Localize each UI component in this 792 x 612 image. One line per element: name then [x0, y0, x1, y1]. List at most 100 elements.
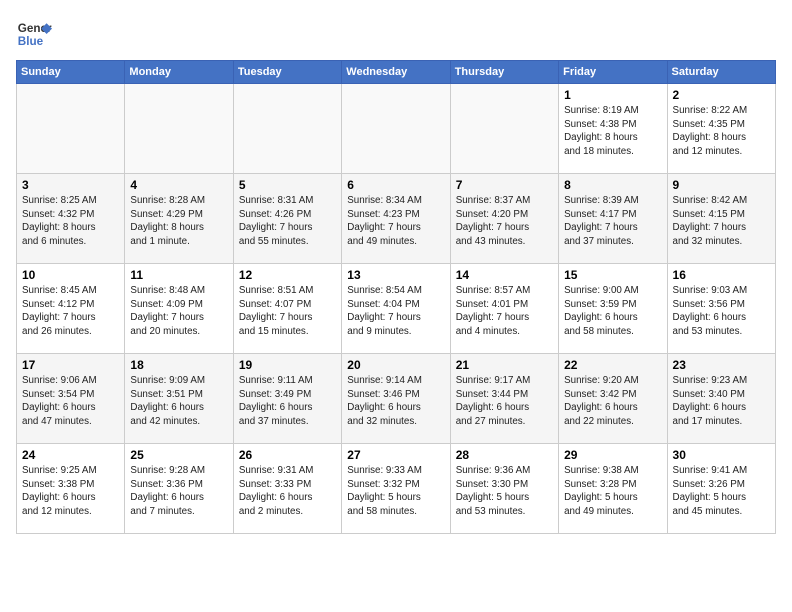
weekday-header: Friday — [559, 61, 667, 84]
day-number: 9 — [673, 178, 770, 192]
calendar-cell: 14 Sunrise: 8:57 AM Sunset: 4:01 PM Dayli… — [450, 264, 558, 354]
calendar-cell: 17 Sunrise: 9:06 AM Sunset: 3:54 PM Dayli… — [17, 354, 125, 444]
calendar-cell: 27Sunrise: 9:33 AM Sunset: 3:32 PM Dayli… — [342, 444, 450, 534]
day-info: Sunrise: 8:54 AM Sunset: 4:04 PM Dayligh… — [347, 284, 444, 339]
calendar-cell: 12 Sunrise: 8:51 AM Sunset: 4:07 PM Dayli… — [233, 264, 341, 354]
weekday-header: Sunday — [17, 61, 125, 84]
calendar-cell — [233, 84, 341, 174]
calendar-cell: 22Sunrise: 9:20 AM Sunset: 3:42 PM Dayli… — [559, 354, 667, 444]
weekday-header: Monday — [125, 61, 233, 84]
calendar-cell: 9 Sunrise: 8:42 AM Sunset: 4:15 PM Daylig… — [667, 174, 775, 264]
day-info: Sunrise: 9:17 AM Sunset: 3:44 PM Dayligh… — [456, 374, 553, 429]
day-info: Sunrise: 9:11 AM Sunset: 3:49 PM Dayligh… — [239, 374, 336, 429]
day-info: Sunrise: 9:23 AM Sunset: 3:40 PM Dayligh… — [673, 374, 770, 429]
day-number: 8 — [564, 178, 661, 192]
day-info: Sunrise: 8:48 AM Sunset: 4:09 PM Dayligh… — [130, 284, 227, 339]
day-info: Sunrise: 8:19 AM Sunset: 4:38 PM Dayligh… — [564, 104, 661, 159]
day-number: 19 — [239, 358, 336, 372]
day-number: 28 — [456, 448, 553, 462]
day-info: Sunrise: 8:42 AM Sunset: 4:15 PM Dayligh… — [673, 194, 770, 249]
day-number: 1 — [564, 88, 661, 102]
weekday-header: Saturday — [667, 61, 775, 84]
calendar-cell: 15 Sunrise: 9:00 AM Sunset: 3:59 PM Dayli… — [559, 264, 667, 354]
day-number: 20 — [347, 358, 444, 372]
day-info: Sunrise: 9:00 AM Sunset: 3:59 PM Dayligh… — [564, 284, 661, 339]
calendar-cell: 11 Sunrise: 8:48 AM Sunset: 4:09 PM Dayli… — [125, 264, 233, 354]
day-info: Sunrise: 9:09 AM Sunset: 3:51 PM Dayligh… — [130, 374, 227, 429]
day-number: 14 — [456, 268, 553, 282]
calendar-cell: 5 Sunrise: 8:31 AM Sunset: 4:26 PM Daylig… — [233, 174, 341, 264]
day-info: Sunrise: 9:06 AM Sunset: 3:54 PM Dayligh… — [22, 374, 119, 429]
calendar-cell: 30 Sunrise: 9:41 AM Sunset: 3:26 PM Dayli… — [667, 444, 775, 534]
day-number: 24 — [22, 448, 119, 462]
weekday-header: Wednesday — [342, 61, 450, 84]
day-number: 5 — [239, 178, 336, 192]
calendar-week-row: 1 Sunrise: 8:19 AM Sunset: 4:38 PM Daylig… — [17, 84, 776, 174]
day-number: 15 — [564, 268, 661, 282]
day-number: 30 — [673, 448, 770, 462]
day-number: 29 — [564, 448, 661, 462]
day-info: Sunrise: 9:03 AM Sunset: 3:56 PM Dayligh… — [673, 284, 770, 339]
day-info: Sunrise: 9:36 AM Sunset: 3:30 PM Dayligh… — [456, 464, 553, 519]
calendar-cell: 21 Sunrise: 9:17 AM Sunset: 3:44 PM Dayli… — [450, 354, 558, 444]
day-number: 10 — [22, 268, 119, 282]
day-info: Sunrise: 9:14 AM Sunset: 3:46 PM Dayligh… — [347, 374, 444, 429]
calendar-week-row: 10Sunrise: 8:45 AM Sunset: 4:12 PM Dayli… — [17, 264, 776, 354]
calendar-cell: 29 Sunrise: 9:38 AM Sunset: 3:28 PM Dayli… — [559, 444, 667, 534]
day-info: Sunrise: 9:38 AM Sunset: 3:28 PM Dayligh… — [564, 464, 661, 519]
logo-icon: General Blue — [16, 16, 52, 52]
calendar-header-row: SundayMondayTuesdayWednesdayThursdayFrid… — [17, 61, 776, 84]
day-number: 16 — [673, 268, 770, 282]
calendar-cell — [342, 84, 450, 174]
calendar-cell: 19 Sunrise: 9:11 AM Sunset: 3:49 PM Dayli… — [233, 354, 341, 444]
calendar-week-row: 24Sunrise: 9:25 AM Sunset: 3:38 PM Dayli… — [17, 444, 776, 534]
day-number: 4 — [130, 178, 227, 192]
day-info: Sunrise: 8:57 AM Sunset: 4:01 PM Dayligh… — [456, 284, 553, 339]
day-number: 2 — [673, 88, 770, 102]
day-info: Sunrise: 8:25 AM Sunset: 4:32 PM Dayligh… — [22, 194, 119, 249]
day-number: 17 — [22, 358, 119, 372]
day-info: Sunrise: 8:22 AM Sunset: 4:35 PM Dayligh… — [673, 104, 770, 159]
day-info: Sunrise: 9:41 AM Sunset: 3:26 PM Dayligh… — [673, 464, 770, 519]
day-number: 26 — [239, 448, 336, 462]
day-info: Sunrise: 8:37 AM Sunset: 4:20 PM Dayligh… — [456, 194, 553, 249]
day-info: Sunrise: 8:28 AM Sunset: 4:29 PM Dayligh… — [130, 194, 227, 249]
day-number: 13 — [347, 268, 444, 282]
calendar-cell: 8 Sunrise: 8:39 AM Sunset: 4:17 PM Daylig… — [559, 174, 667, 264]
day-number: 11 — [130, 268, 227, 282]
calendar-cell: 25 Sunrise: 9:28 AM Sunset: 3:36 PM Dayli… — [125, 444, 233, 534]
calendar-cell: 1 Sunrise: 8:19 AM Sunset: 4:38 PM Daylig… — [559, 84, 667, 174]
day-info: Sunrise: 8:39 AM Sunset: 4:17 PM Dayligh… — [564, 194, 661, 249]
day-number: 21 — [456, 358, 553, 372]
calendar-cell: 10Sunrise: 8:45 AM Sunset: 4:12 PM Dayli… — [17, 264, 125, 354]
day-info: Sunrise: 8:51 AM Sunset: 4:07 PM Dayligh… — [239, 284, 336, 339]
calendar-cell: 23 Sunrise: 9:23 AM Sunset: 3:40 PM Dayli… — [667, 354, 775, 444]
weekday-header: Tuesday — [233, 61, 341, 84]
calendar-cell: 26 Sunrise: 9:31 AM Sunset: 3:33 PM Dayli… — [233, 444, 341, 534]
day-info: Sunrise: 9:31 AM Sunset: 3:33 PM Dayligh… — [239, 464, 336, 519]
day-info: Sunrise: 8:31 AM Sunset: 4:26 PM Dayligh… — [239, 194, 336, 249]
day-number: 7 — [456, 178, 553, 192]
calendar-table: SundayMondayTuesdayWednesdayThursdayFrid… — [16, 60, 776, 534]
calendar-cell: 18 Sunrise: 9:09 AM Sunset: 3:51 PM Dayli… — [125, 354, 233, 444]
day-number: 27 — [347, 448, 444, 462]
calendar-week-row: 3Sunrise: 8:25 AM Sunset: 4:32 PM Daylig… — [17, 174, 776, 264]
day-number: 12 — [239, 268, 336, 282]
calendar-cell — [450, 84, 558, 174]
day-info: Sunrise: 9:28 AM Sunset: 3:36 PM Dayligh… — [130, 464, 227, 519]
calendar-cell: 28 Sunrise: 9:36 AM Sunset: 3:30 PM Dayli… — [450, 444, 558, 534]
logo: General Blue — [16, 16, 52, 52]
calendar-cell: 16 Sunrise: 9:03 AM Sunset: 3:56 PM Dayli… — [667, 264, 775, 354]
calendar-cell — [17, 84, 125, 174]
calendar-cell — [125, 84, 233, 174]
calendar-cell: 3Sunrise: 8:25 AM Sunset: 4:32 PM Daylig… — [17, 174, 125, 264]
calendar-cell: 13 Sunrise: 8:54 AM Sunset: 4:04 PM Dayli… — [342, 264, 450, 354]
day-number: 23 — [673, 358, 770, 372]
weekday-header: Thursday — [450, 61, 558, 84]
calendar-week-row: 17 Sunrise: 9:06 AM Sunset: 3:54 PM Dayli… — [17, 354, 776, 444]
day-number: 25 — [130, 448, 227, 462]
calendar-cell: 24Sunrise: 9:25 AM Sunset: 3:38 PM Dayli… — [17, 444, 125, 534]
calendar-cell: 2 Sunrise: 8:22 AM Sunset: 4:35 PM Daylig… — [667, 84, 775, 174]
day-number: 18 — [130, 358, 227, 372]
calendar-cell: 20 Sunrise: 9:14 AM Sunset: 3:46 PM Dayli… — [342, 354, 450, 444]
